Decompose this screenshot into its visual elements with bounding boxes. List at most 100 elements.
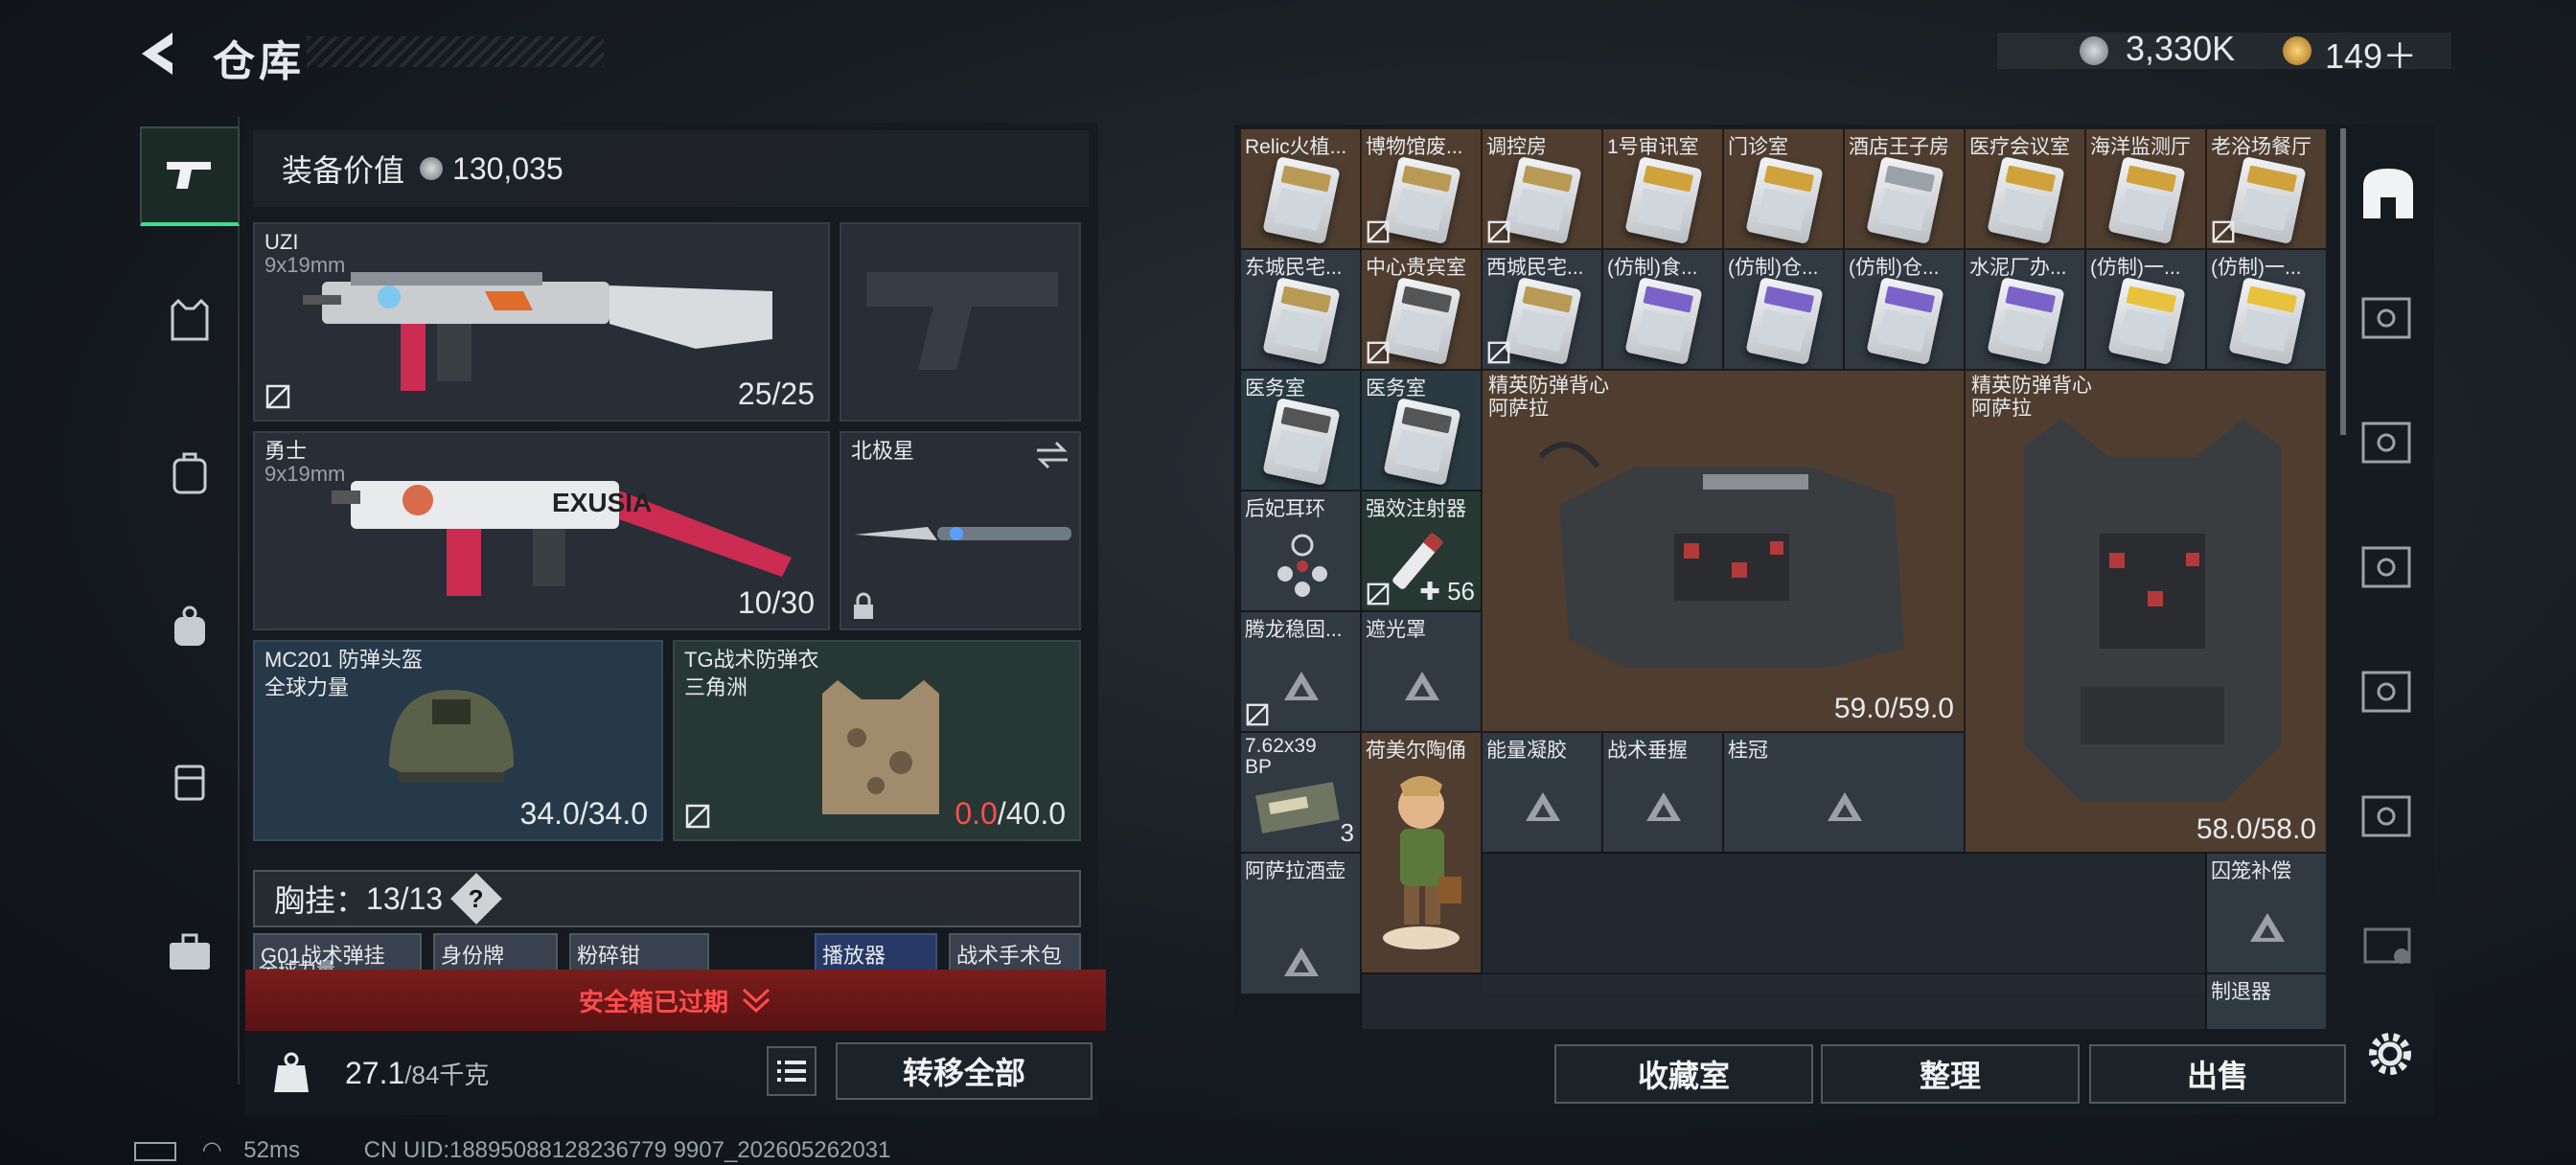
keycard-item[interactable]: 海洋监测厅 bbox=[2085, 128, 2206, 249]
keycard-item[interactable]: 1号审讯室 bbox=[1602, 128, 1723, 249]
storage-home-icon[interactable] bbox=[2358, 163, 2419, 224]
gold-coin-icon bbox=[2283, 36, 2312, 65]
nav-bag[interactable] bbox=[140, 577, 240, 676]
keycard-item[interactable]: 中心贵宾室 bbox=[1361, 249, 1482, 370]
back-button[interactable] bbox=[134, 25, 192, 82]
vault-tab-icon[interactable] bbox=[2358, 412, 2419, 473]
bag-icon bbox=[174, 605, 205, 646]
nav-weapons[interactable] bbox=[140, 126, 240, 226]
liquor-flask-item[interactable]: 阿萨拉酒壶 bbox=[1240, 853, 1361, 994]
rig-item-player[interactable]: 播放器 bbox=[815, 933, 937, 971]
keycard-item[interactable]: 医务室 bbox=[1240, 370, 1361, 491]
helmet-brand: 全球力量 bbox=[264, 675, 350, 699]
keycard-item[interactable]: 水泥厂办... bbox=[1965, 249, 2085, 370]
left-nav bbox=[140, 117, 240, 1085]
sell-button[interactable]: 出售 bbox=[2089, 1044, 2346, 1104]
nav-backpack[interactable] bbox=[140, 423, 240, 523]
transfer-all-button[interactable]: 转移全部 bbox=[836, 1042, 1092, 1100]
figurine-item[interactable]: 荷美尔陶俑 bbox=[1361, 732, 1482, 973]
armor-slot[interactable]: TG战术防弹衣 三角洲 0.0/40.0 bbox=[673, 640, 1081, 841]
keycard-icon bbox=[1262, 398, 1341, 486]
keycard-item[interactable]: 酒店王子房 bbox=[1844, 128, 1965, 249]
keycard-item[interactable]: (仿制)一... bbox=[2206, 249, 2327, 370]
status-bar: ◠ 52ms CN UID:18895088128236779 9907_202… bbox=[134, 1136, 890, 1164]
keycard-item[interactable]: Relic火植... bbox=[1240, 128, 1361, 249]
swap-icon[interactable] bbox=[1035, 441, 1070, 469]
list-icon bbox=[777, 1061, 806, 1082]
pistol-slot-empty[interactable] bbox=[840, 222, 1081, 422]
safebox-expired-banner[interactable]: 安全箱已过期 bbox=[245, 970, 1106, 1031]
nav-case[interactable] bbox=[140, 902, 240, 1002]
nav-pouch[interactable] bbox=[140, 730, 240, 830]
earring-item[interactable]: 后妃耳环 bbox=[1240, 491, 1361, 611]
collection-room-button[interactable]: 收藏室 bbox=[1554, 1044, 1813, 1104]
injector-item[interactable]: 强效注射器 ✚ 56 bbox=[1361, 491, 1482, 611]
lens-shade-item[interactable]: 遮光罩 bbox=[1361, 611, 1482, 732]
keycard-item[interactable]: 医务室 bbox=[1361, 370, 1482, 491]
empty-grid-area[interactable] bbox=[1361, 973, 2206, 1029]
elite-vest-item[interactable]: 精英防弹背心 阿萨拉 59.0/59.0 bbox=[1482, 370, 1965, 732]
unknown-item-icon bbox=[2250, 913, 2285, 942]
cage-compensation-item[interactable]: 囚笼补偿 bbox=[2206, 853, 2327, 973]
keycard-icon bbox=[1745, 277, 1824, 365]
weapon-name: 勇士 bbox=[264, 439, 308, 463]
gold-amount[interactable]: 149＋ bbox=[2325, 29, 2417, 79]
keycard-icon bbox=[1383, 277, 1461, 365]
keycard-icon bbox=[1866, 156, 1944, 244]
keycard-item[interactable]: 医疗会议室 bbox=[1965, 128, 2085, 249]
melee-slot[interactable]: 北极星 bbox=[840, 431, 1081, 630]
key-case-tab-icon[interactable] bbox=[2358, 910, 2419, 971]
ammo-item[interactable]: 7.62x39 BP 3 bbox=[1240, 732, 1361, 853]
storage-tabs bbox=[2342, 125, 2434, 987]
ping-text: 52ms bbox=[243, 1137, 300, 1163]
backpack-icon bbox=[172, 452, 207, 494]
keycard-icon bbox=[2107, 277, 2186, 365]
silver-amount: 3,330K bbox=[2126, 29, 2236, 68]
keycard-item[interactable]: (仿制)一... bbox=[2085, 249, 2206, 370]
ammo-count: 10/30 bbox=[737, 585, 815, 620]
keycard-item[interactable]: 老浴场餐厅 bbox=[2206, 128, 2327, 249]
keycard-icon bbox=[1866, 277, 1944, 365]
keycard-item[interactable]: (仿制)仓... bbox=[1844, 249, 1965, 370]
unknown-item-icon bbox=[1526, 792, 1560, 821]
keycard-item[interactable]: 门诊室 bbox=[1723, 128, 1844, 249]
vault-tab-icon[interactable] bbox=[2358, 537, 2419, 598]
rig-item-dogtag[interactable]: 身份牌 bbox=[433, 933, 558, 971]
equip-value-label: 装备价值 bbox=[282, 153, 405, 188]
settings-gear-icon[interactable] bbox=[2363, 1027, 2417, 1081]
helmet-slot[interactable]: MC201 防弹头盔 全球力量 34.0/34.0 bbox=[253, 640, 663, 841]
chest-rig-count: 13/13 bbox=[366, 880, 444, 916]
vest-image bbox=[1540, 442, 1904, 668]
vault-tab-icon[interactable] bbox=[2358, 661, 2419, 722]
primary-weapon-slot[interactable]: UZI 9x19mm 25/25 bbox=[253, 222, 830, 422]
laurel-item[interactable]: 桂冠 bbox=[1723, 732, 1965, 853]
no-drop-icon bbox=[1367, 220, 1390, 243]
rig-item-cutter[interactable]: 粉碎钳 bbox=[569, 933, 709, 971]
vertical-grip-item[interactable]: 战术垂握 bbox=[1602, 732, 1723, 853]
vault-tab-icon[interactable] bbox=[2358, 786, 2419, 847]
energy-gel-item[interactable]: 能量凝胶 bbox=[1482, 732, 1602, 853]
secondary-weapon-slot[interactable]: 勇士 9x19mm EXUSIA 10/30 bbox=[253, 431, 830, 630]
keycard-item[interactable]: 东城民宅... bbox=[1240, 249, 1361, 370]
sort-button[interactable]: 整理 bbox=[1821, 1044, 2080, 1104]
keycard-item[interactable]: (仿制)仓... bbox=[1723, 249, 1844, 370]
help-button[interactable]: ? bbox=[450, 873, 502, 925]
rig-item-surgery-kit[interactable]: 战术手术包 bbox=[949, 933, 1081, 971]
stabilizer-item[interactable]: 腾龙稳固... bbox=[1240, 611, 1361, 732]
keycard-item[interactable]: 西城民宅... bbox=[1482, 249, 1602, 370]
vest-durability: 59.0/59.0 bbox=[1833, 693, 1954, 724]
silver-coin-icon bbox=[420, 157, 444, 180]
armor-durability-current: 0.0 bbox=[954, 796, 998, 831]
list-view-button[interactable] bbox=[767, 1046, 816, 1096]
elite-vest-item[interactable]: 精英防弹背心 阿萨拉 58.0/58.0 bbox=[1965, 370, 2327, 853]
keycard-item[interactable]: (仿制)食... bbox=[1602, 249, 1723, 370]
muzzle-brake-item[interactable]: 制退器 bbox=[2206, 973, 2327, 1029]
battery-icon bbox=[134, 1141, 176, 1161]
nav-armor[interactable] bbox=[140, 270, 240, 370]
keycard-item[interactable]: 调控房 bbox=[1482, 128, 1602, 249]
wifi-icon: ◠ bbox=[201, 1137, 222, 1163]
keycard-icon bbox=[1383, 156, 1461, 244]
pistol-silhouette-icon bbox=[866, 272, 1058, 370]
vault-tab-icon[interactable] bbox=[2358, 287, 2419, 349]
keycard-item[interactable]: 博物馆废... bbox=[1361, 128, 1482, 249]
